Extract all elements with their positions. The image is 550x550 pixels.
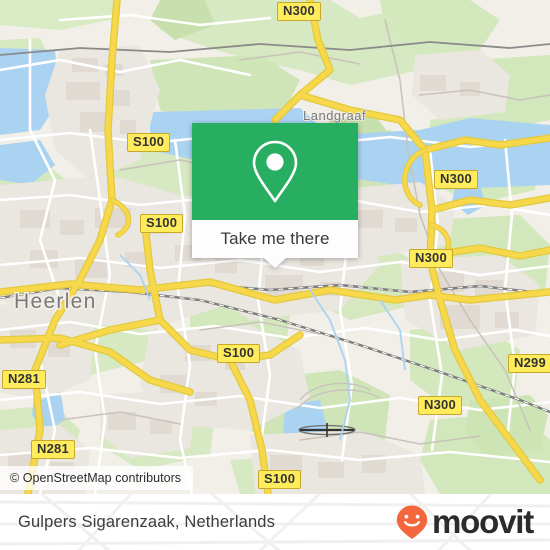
road-shield: N300 xyxy=(409,249,453,268)
moovit-logo[interactable]: moovit xyxy=(395,494,534,550)
attribution-bar: © OpenStreetMap contributors xyxy=(0,466,194,490)
road-shield: S100 xyxy=(140,214,184,233)
road-shield: S100 xyxy=(217,344,261,363)
road-shield: N299 xyxy=(508,354,550,373)
road-shield: S100 xyxy=(127,133,171,152)
moovit-pin-smile-icon xyxy=(396,505,428,539)
map-pin-icon xyxy=(252,140,298,202)
place-title: Gulpers Sigarenzaak, Netherlands xyxy=(18,512,276,531)
take-me-there-label: Take me there xyxy=(220,229,330,248)
attribution-text: © OpenStreetMap contributors xyxy=(10,471,182,485)
map-place-label-landgraaf: Landgraaf xyxy=(303,108,367,123)
callout-action-bar[interactable]: Take me there xyxy=(192,220,358,268)
road-shield: N300 xyxy=(277,2,321,21)
road-shield: N300 xyxy=(434,170,478,189)
map-screenshot: Heerlen Landgraaf N300 N300 N300 N300 N299 S1… xyxy=(0,0,550,550)
road-shield: N300 xyxy=(418,396,462,415)
moovit-wordmark: moovit xyxy=(432,502,534,540)
callout-tail xyxy=(264,258,286,268)
map-place-label-heerlen: Heerlen xyxy=(14,290,97,313)
footer-bar: Gulpers Sigarenzaak, Netherlands moovit xyxy=(0,494,550,550)
road-shield: S100 xyxy=(258,470,302,489)
road-shield: N281 xyxy=(2,370,46,389)
location-callout[interactable]: Take me there xyxy=(192,123,358,268)
callout-image-area xyxy=(192,123,358,220)
road-shield: N281 xyxy=(31,440,75,459)
